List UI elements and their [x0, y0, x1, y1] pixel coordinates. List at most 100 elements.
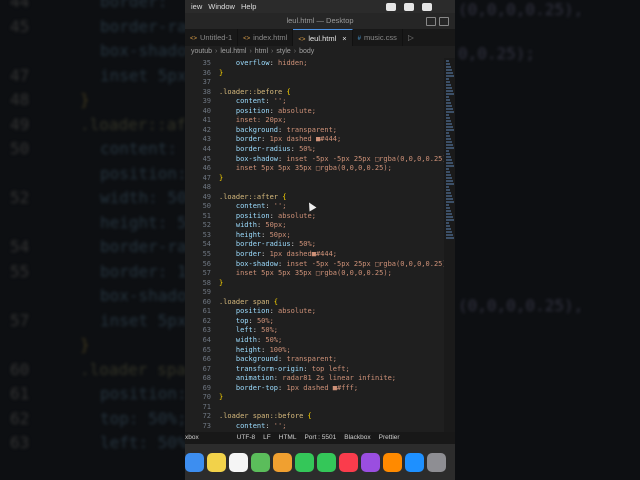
- code-line[interactable]: height: 50px;: [219, 231, 291, 239]
- code-brace: }: [219, 173, 224, 182]
- tab-leul-html[interactable]: <> leul.html ×: [293, 29, 353, 47]
- line-number: 43: [202, 135, 211, 144]
- code-value: hidden;: [273, 59, 308, 67]
- code-property: transform-origin: [235, 364, 304, 373]
- minimap-line: [446, 192, 451, 194]
- code-line[interactable]: overflow: hidden;: [219, 59, 308, 67]
- breadcrumb-item[interactable]: leul.html: [220, 48, 246, 55]
- menu-item[interactable]: Help: [241, 2, 256, 11]
- line-number: 49: [202, 192, 211, 201]
- tab-music-css[interactable]: # music.css: [353, 29, 403, 46]
- status-item[interactable]: HTML: [279, 432, 297, 444]
- code-editor[interactable]: 35 overflow: hidden; 36} 37 38 .loader::befo…: [185, 58, 455, 432]
- code-line[interactable]: transform-origin: top left;: [219, 365, 350, 373]
- run-icon[interactable]: ▷: [403, 29, 419, 46]
- layout-toggle-icon[interactable]: [426, 17, 436, 26]
- breadcrumb-item[interactable]: style: [276, 48, 290, 55]
- minimap-line: [446, 156, 451, 158]
- code-line[interactable]: position: absolute;: [219, 212, 316, 220]
- tab-index-html[interactable]: <> index.html: [238, 29, 294, 46]
- line-number: 47: [202, 173, 211, 182]
- status-item[interactable]: xbox: [185, 432, 199, 444]
- code-line[interactable]: inset 5px 5px 35px □rgba(0,0,0,0.25);: [219, 164, 392, 172]
- photos-icon[interactable]: [273, 452, 292, 472]
- breadcrumb-item[interactable]: html: [255, 48, 268, 55]
- code-line[interactable]: .loader::before {: [219, 88, 291, 96]
- code-line[interactable]: width: 50%;: [219, 336, 282, 344]
- breadcrumb-item[interactable]: body: [299, 48, 314, 55]
- minimap-line: [446, 195, 452, 197]
- messages-icon[interactable]: [295, 452, 314, 472]
- code-line[interactable]: content: '';: [219, 97, 287, 105]
- podcasts-icon[interactable]: [361, 452, 380, 472]
- minimap-line: [446, 204, 449, 206]
- code-line[interactable]: }: [219, 393, 223, 401]
- code-line[interactable]: animation: radar81 2s linear infinite;: [219, 374, 396, 382]
- maps-icon[interactable]: [251, 452, 270, 472]
- facetime-icon[interactable]: [317, 452, 336, 472]
- status-item[interactable]: UTF-8: [237, 432, 255, 444]
- music-icon[interactable]: [339, 452, 358, 472]
- code-line[interactable]: position: absolute;: [219, 307, 316, 315]
- minimap-line: [446, 144, 453, 146]
- code-line[interactable]: border-radius: 50%;: [219, 240, 316, 248]
- code-line[interactable]: .loader span {: [219, 298, 278, 306]
- breadcrumb-item[interactable]: youtub: [191, 48, 212, 55]
- line-number: 72: [202, 412, 211, 421]
- settings-icon[interactable]: [427, 452, 446, 472]
- code-line[interactable]: height: 100%;: [219, 346, 291, 354]
- bg-line-number: 48: [10, 90, 30, 109]
- code-property: border: [235, 250, 262, 258]
- code-line[interactable]: border-radius: 50%;: [219, 145, 316, 153]
- minimap-line: [446, 90, 453, 92]
- code-line[interactable]: inset: 20px;: [219, 116, 287, 124]
- code-line[interactable]: inset 5px 5px 35px □rgba(0,0,0,0.25);: [219, 269, 392, 277]
- code-line[interactable]: }: [219, 69, 223, 77]
- bg-code-line: inset 5px: [100, 65, 187, 85]
- books-icon[interactable]: [383, 452, 402, 472]
- menu-item[interactable]: Window: [208, 2, 235, 11]
- code-line[interactable]: box-shadow: inset -5px -5px 25px □rgba(0…: [219, 155, 451, 163]
- minimap-line: [446, 96, 449, 98]
- code-line[interactable]: border-top: 1px dashed ■#fff;: [219, 384, 358, 392]
- battery-icon: [422, 2, 433, 11]
- minimap-line: [446, 81, 450, 83]
- minimap-line: [446, 219, 454, 221]
- notes-icon[interactable]: [207, 452, 226, 472]
- code-line[interactable]: left: 50%;: [219, 326, 278, 334]
- code-line[interactable]: top: 50%;: [219, 317, 274, 325]
- close-icon[interactable]: ×: [342, 34, 346, 43]
- code-line[interactable]: }: [219, 174, 223, 182]
- minimap-line: [446, 168, 449, 170]
- status-item[interactable]: Blackbox: [344, 432, 370, 444]
- minimap[interactable]: [444, 58, 455, 432]
- tab-untitled-1[interactable]: <> Untitled-1: [185, 29, 239, 46]
- code-line[interactable]: .loader::after {: [219, 193, 286, 201]
- appstore-icon[interactable]: [405, 452, 424, 472]
- code-line[interactable]: border: 1px dashed■#444;: [219, 250, 337, 258]
- bg-line-number: 57: [10, 310, 30, 330]
- status-item[interactable]: Prettier: [379, 432, 400, 444]
- minimap-line: [446, 129, 454, 131]
- wifi-icon: [404, 2, 415, 11]
- minimap-line: [446, 117, 450, 119]
- code-line[interactable]: border: 1px dashed ■#444;: [219, 135, 341, 143]
- bg-code-line: position:: [100, 384, 187, 403]
- line-number: 37: [202, 78, 211, 87]
- panel-toggle-icon[interactable]: [439, 17, 449, 26]
- status-item[interactable]: LF: [263, 432, 271, 444]
- status-item[interactable]: Port : 5501: [304, 432, 336, 444]
- code-line[interactable]: content: '';: [219, 202, 287, 210]
- code-line[interactable]: width: 50px;: [219, 221, 287, 230]
- code-line[interactable]: content: '';: [219, 422, 287, 430]
- menu-item[interactable]: iew: [191, 2, 202, 11]
- code-line[interactable]: background: transparent;: [219, 355, 337, 363]
- code-line[interactable]: }: [219, 279, 223, 287]
- reminders-icon[interactable]: [229, 452, 248, 472]
- finder-icon[interactable]: [185, 452, 204, 472]
- code-line[interactable]: box-shadow: inset -5px -5px 25px □rgba(0…: [219, 260, 451, 268]
- code-line[interactable]: background: transparent;: [219, 126, 337, 134]
- code-property: width: [235, 221, 257, 230]
- code-line[interactable]: .loader span::before {: [219, 412, 312, 420]
- code-line[interactable]: position: absolute;: [219, 107, 316, 115]
